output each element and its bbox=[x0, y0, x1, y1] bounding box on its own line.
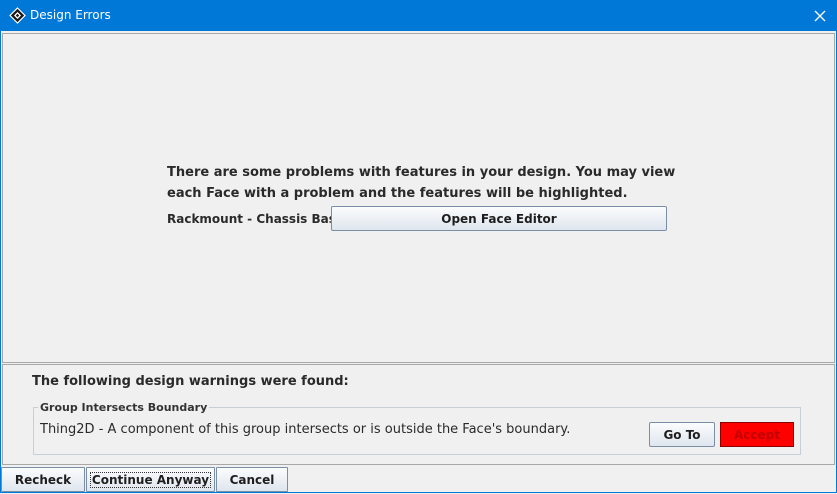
recheck-button[interactable]: Recheck bbox=[1, 467, 85, 492]
warnings-heading: The following design warnings were found… bbox=[32, 374, 349, 389]
open-face-editor-button[interactable]: Open Face Editor bbox=[331, 206, 667, 231]
window-title: Design Errors bbox=[30, 8, 111, 22]
warning-description: Thing2D - A component of this group inte… bbox=[40, 422, 571, 437]
title-bar: Design Errors bbox=[0, 0, 837, 31]
continue-anyway-button[interactable]: Continue Anyway bbox=[86, 467, 215, 492]
face-name-label: Rackmount - Chassis Base bbox=[167, 212, 345, 226]
go-to-button[interactable]: Go To bbox=[649, 422, 715, 447]
close-icon bbox=[814, 10, 826, 21]
errors-message-line-2: each Face with a problem and the feature… bbox=[167, 186, 628, 201]
errors-message: There are some problems with features in… bbox=[167, 162, 675, 204]
errors-message-line-1: There are some problems with features in… bbox=[167, 165, 676, 180]
continue-anyway-label: Continue Anyway bbox=[89, 471, 212, 488]
app-diamond-icon bbox=[9, 7, 26, 24]
close-button[interactable] bbox=[803, 0, 837, 31]
accept-button[interactable]: Accept bbox=[720, 422, 794, 447]
cancel-button[interactable]: Cancel bbox=[216, 467, 288, 492]
warning-group-title: Group Intersects Boundary bbox=[38, 401, 210, 414]
